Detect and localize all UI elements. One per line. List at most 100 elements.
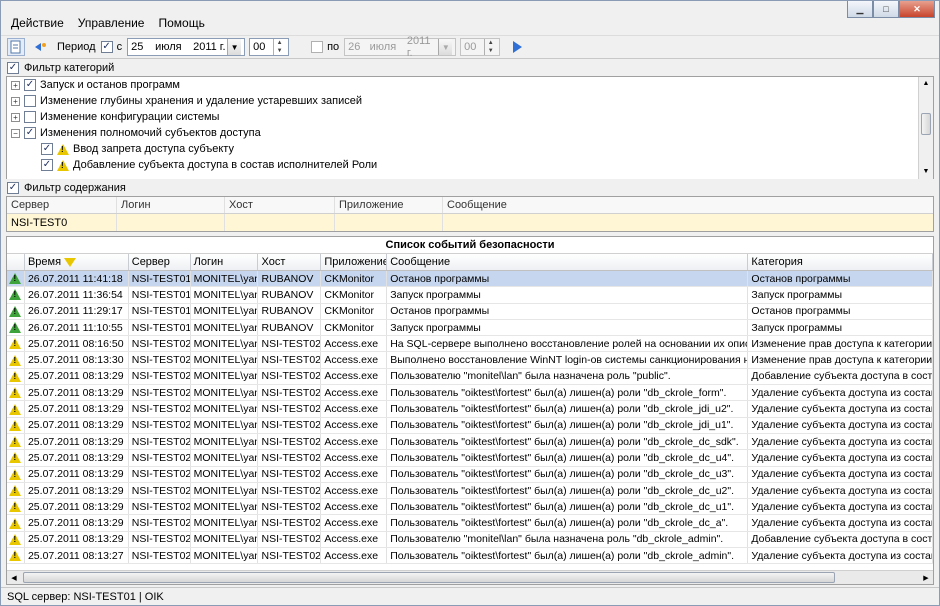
cell-category: Запуск программы: [748, 287, 933, 303]
status-bar: SQL сервер: NSI-TEST01 | OIK: [1, 587, 939, 606]
from-hour-spin[interactable]: ▲ ▼: [273, 39, 285, 55]
table-row[interactable]: 25.07.2011 08:13:29NSI-TEST02MONITEL\yan…: [7, 531, 933, 549]
table-row[interactable]: 25.07.2011 08:13:29NSI-TEST02MONITEL\yan…: [7, 368, 933, 386]
cell-category: Удаление субъекта доступа из состава: [748, 433, 933, 450]
cell-category: Удаление субъекта доступа из состава: [748, 499, 933, 515]
row-icon-cell: [7, 271, 25, 287]
cell-server: NSI-TEST01: [129, 287, 191, 303]
cell-login: MONITEL\yan: [191, 531, 259, 548]
cell-host: NSI-TEST02: [258, 482, 322, 499]
scroll-right-icon[interactable]: ▶: [919, 574, 933, 582]
tree-item-label: Добавление субъекта доступа в состав исп…: [73, 159, 378, 171]
table-row[interactable]: 25.07.2011 08:13:29NSI-TEST02MONITEL\yan…: [7, 515, 933, 532]
filter-icon[interactable]: [64, 257, 77, 267]
table-row[interactable]: 25.07.2011 08:13:29NSI-TEST02MONITEL\yan…: [7, 450, 933, 467]
filter-app-input[interactable]: [335, 214, 443, 231]
col-host[interactable]: Хост: [258, 254, 322, 270]
table-row[interactable]: 25.07.2011 08:13:29NSI-TEST02MONITEL\yan…: [7, 401, 933, 418]
period-label: Период: [57, 41, 96, 53]
horizontal-scrollbar[interactable]: ◀ ▶: [7, 570, 933, 584]
filter-server-input[interactable]: NSI-TEST0: [7, 214, 117, 231]
filter-message-input[interactable]: [443, 214, 933, 231]
to-date-field[interactable]: 26 июля 2011 г. ▼: [344, 35, 457, 59]
tree-item[interactable]: + Изменение глубины хранения и удаление …: [11, 93, 362, 109]
table-row[interactable]: 25.07.2011 08:16:50NSI-TEST02MONITEL\yan…: [7, 336, 933, 353]
content-filter-checkbox[interactable]: ✓: [7, 181, 19, 194]
tree-checkbox[interactable]: [24, 111, 36, 123]
tree-scrollbar[interactable]: ▲ ▼: [918, 77, 933, 179]
table-row[interactable]: 25.07.2011 08:13:29NSI-TEST02MONITEL\yan…: [7, 433, 933, 451]
filter-login-input[interactable]: [117, 214, 225, 231]
close-icon[interactable]: ✕: [899, 1, 935, 18]
col-message[interactable]: Сообщение: [387, 254, 749, 270]
table-row[interactable]: 25.07.2011 08:13:29NSI-TEST02MONITEL\yan…: [7, 417, 933, 434]
row-icon-cell: [7, 319, 25, 336]
table-row[interactable]: 25.07.2011 08:13:30NSI-TEST02MONITEL\yan…: [7, 352, 933, 369]
cell-server: NSI-TEST02: [129, 499, 191, 515]
table-row[interactable]: 26.07.2011 11:10:55NSI-TEST01MONITEL\yan…: [7, 319, 933, 337]
from-hour-field[interactable]: 00 ▲ ▼: [249, 38, 290, 56]
scroll-thumb[interactable]: [23, 572, 835, 583]
table-row[interactable]: 26.07.2011 11:36:54NSI-TEST01MONITEL\yan…: [7, 287, 933, 304]
tree-checkbox[interactable]: ✓: [24, 79, 36, 91]
filter-host-input[interactable]: [225, 214, 335, 231]
tree-item[interactable]: + Изменение конфигурации системы: [11, 109, 219, 125]
col-time[interactable]: Время: [25, 254, 129, 270]
menu-manage[interactable]: Управление: [78, 16, 145, 30]
expand-icon[interactable]: +: [11, 112, 20, 122]
menu-help[interactable]: Помощь: [158, 16, 204, 30]
from-date-field[interactable]: 25 июля 2011 г. ▼: [127, 38, 246, 56]
scroll-thumb[interactable]: [921, 113, 931, 135]
to-hour-field[interactable]: 00 ▲ ▼: [460, 38, 501, 56]
menu-action[interactable]: Действие: [11, 16, 64, 30]
table-row[interactable]: 26.07.2011 11:41:18NSI-TEST01MONITEL\yan…: [7, 271, 933, 288]
filter-col-message: Сообщение: [447, 199, 507, 211]
expand-icon[interactable]: +: [11, 80, 20, 90]
refresh-icon[interactable]: [31, 38, 49, 56]
from-checkbox[interactable]: ✓: [100, 41, 113, 53]
cell-host: RUBANOV: [258, 287, 322, 303]
warning-icon: [9, 354, 22, 366]
category-filter-checkbox[interactable]: ✓: [7, 61, 19, 74]
collapse-icon[interactable]: −: [11, 128, 20, 138]
table-row[interactable]: 26.07.2011 11:29:17NSI-TEST01MONITEL\yan…: [7, 303, 933, 320]
expand-icon[interactable]: +: [11, 96, 20, 106]
cell-server: NSI-TEST02: [129, 450, 191, 466]
col-login[interactable]: Логин: [191, 254, 259, 270]
to-hour: 00: [464, 41, 477, 53]
minimize-icon[interactable]: ▁: [847, 1, 873, 18]
tree-checkbox[interactable]: ✓: [24, 127, 36, 139]
to-checkbox[interactable]: [311, 41, 324, 53]
tree-checkbox[interactable]: [24, 95, 36, 107]
col-application[interactable]: Приложение: [321, 254, 388, 270]
table-row[interactable]: 25.07.2011 08:13:29NSI-TEST02MONITEL\yan…: [7, 482, 933, 500]
tree-item[interactable]: − ✓ Изменения полномочий субъектов досту…: [11, 125, 261, 141]
tree-item[interactable]: + ✓ Запуск и останов программ: [11, 77, 180, 93]
table-row[interactable]: 25.07.2011 08:13:29NSI-TEST02MONITEL\yan…: [7, 385, 933, 402]
cell-host: NSI-TEST02: [258, 450, 322, 466]
export-icon[interactable]: [7, 38, 25, 56]
maximize-icon[interactable]: □: [873, 1, 899, 18]
scroll-left-icon[interactable]: ◀: [7, 574, 21, 582]
chevron-down-icon[interactable]: ▼: [227, 39, 242, 55]
tree-checkbox[interactable]: ✓: [41, 159, 53, 171]
scroll-up-icon[interactable]: ▲: [919, 77, 933, 91]
warning-icon: [9, 533, 22, 545]
warning-icon: [57, 159, 69, 171]
chevron-down-icon[interactable]: ▼: [438, 39, 453, 55]
cell-category: Останов программы: [748, 303, 933, 319]
tree-checkbox[interactable]: ✓: [41, 143, 53, 155]
table-row[interactable]: 25.07.2011 08:13:29NSI-TEST02MONITEL\yan…: [7, 466, 933, 483]
tree-item[interactable]: ✓ Добавление субъекта доступа в состав и…: [41, 157, 377, 173]
play-icon[interactable]: [508, 38, 526, 56]
cell-login: MONITEL\yan: [191, 352, 259, 368]
col-category[interactable]: Категория: [748, 254, 933, 270]
scroll-down-icon[interactable]: ▼: [919, 165, 933, 179]
table-row[interactable]: 25.07.2011 08:13:29NSI-TEST02MONITEL\yan…: [7, 499, 933, 516]
col-server[interactable]: Сервер: [129, 254, 191, 270]
table-row[interactable]: 25.07.2011 08:13:27NSI-TEST02MONITEL\yan…: [7, 548, 933, 565]
cell-application: Access.exe: [321, 352, 388, 368]
tree-item[interactable]: ✓ Ввод запрета доступа субъекту: [41, 141, 234, 157]
filter-col-host: Хост: [225, 197, 335, 213]
to-hour-spin[interactable]: ▲ ▼: [484, 39, 496, 55]
